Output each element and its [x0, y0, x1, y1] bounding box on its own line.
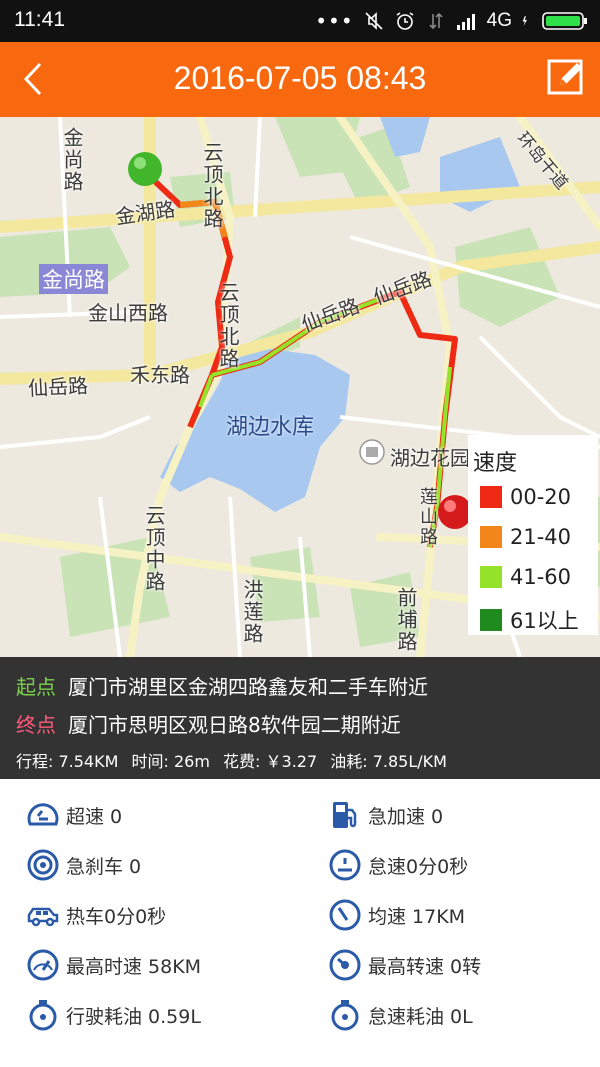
start-address-row: 起点 厦门市湖里区金湖四路鑫友和二手车附近	[16, 671, 428, 700]
brake-icon	[27, 849, 59, 881]
driving-stats-grid: 超速 0 急加速 0 急刹车 0 怠速0分0秒 热车0分0秒 均速 17KM 最…	[0, 779, 600, 1067]
legend-item-41-60: 41-60	[480, 565, 571, 589]
stat-idle-time-text: 怠速0分0秒	[368, 855, 469, 878]
stat-idle-time: 怠速0分0秒	[328, 845, 468, 885]
stat-avg-speed: 均速 17KM	[328, 895, 465, 935]
map-label-yunding-north-lower: 云顶北路	[216, 282, 240, 370]
legend-title: 速度	[473, 451, 518, 476]
map-label-honglian-road: 洪莲路	[240, 579, 264, 645]
legend-item-21-40: 21-40	[480, 525, 571, 549]
trip-info-panel: 起点 厦门市湖里区金湖四路鑫友和二手车附近 终点 厦门市思明区观日路8软件园二期附近…	[0, 657, 600, 779]
status-time: 11:41	[14, 8, 65, 31]
legend-label: 41-60	[510, 565, 572, 589]
legend-label: 61以上	[510, 609, 579, 633]
stat-max-speed: 最高时速 58KM	[26, 945, 201, 985]
map-label-hedong-road: 禾东路	[130, 363, 190, 387]
edit-icon[interactable]	[546, 58, 586, 98]
data-transfer-icon	[429, 12, 443, 30]
stat-max-speed-text: 最高时速 58KM	[66, 955, 202, 978]
trip-summary: 行程: 7.54KM 时间: 26m 花费: ￥3.27 油耗: 7.85L/K…	[16, 748, 455, 772]
map-label-jinshan-west-road: 金山西路	[88, 301, 168, 325]
stat-warmup-text: 热车0分0秒	[66, 905, 167, 928]
map-label-yunding-north-upper: 云顶北路	[200, 142, 224, 230]
legend-swatch-lime	[480, 566, 502, 588]
trip-distance: 行程: 7.54KM	[16, 752, 119, 771]
trip-cost: 花费: ￥3.27	[223, 752, 318, 771]
alarm-icon	[396, 12, 414, 30]
map-label-xianyue-road-left: 仙岳路	[27, 373, 89, 401]
map-label-yunding-middle-road: 云顶中路	[142, 505, 166, 593]
stat-rapid-accel-text: 急加速 0	[368, 805, 444, 828]
start-address: 厦门市湖里区金湖四路鑫友和二手车附近	[68, 675, 428, 699]
legend-swatch-red	[480, 486, 502, 508]
page-title: 2016-07-05 08:43	[173, 60, 427, 96]
rpm-gauge-icon	[329, 949, 361, 981]
stopwatch-icon	[331, 1000, 359, 1031]
stat-max-rpm: 最高转速 0转	[328, 945, 481, 985]
idle-gauge-icon	[329, 849, 361, 881]
header: 2016-07-05 08:43	[0, 42, 600, 117]
stat-idle-fuel: 怠速耗油 0L	[328, 995, 473, 1035]
mute-icon	[365, 12, 383, 30]
status-bar: 11:41 ••• 4G	[0, 0, 600, 42]
end-address: 厦门市思明区观日路8软件园二期附近	[68, 713, 401, 737]
legend-item-0-20: 00-20	[480, 485, 571, 509]
stopwatch-icon	[29, 1000, 57, 1031]
average-speed-icon	[329, 899, 361, 931]
map-search-badge: 金尚路	[39, 264, 108, 294]
fuel-pump-icon	[333, 802, 357, 828]
stat-warmup: 热车0分0秒	[26, 895, 166, 935]
signal-icon	[456, 14, 475, 30]
stat-overspeed: 超速 0	[26, 795, 122, 835]
trip-fuel-rate: 油耗: 7.85L/KM	[330, 752, 447, 771]
stat-avg-speed-text: 均速 17KM	[368, 905, 466, 928]
battery-icon	[542, 12, 587, 30]
map-label-hubian-garden: 湖边花园	[390, 446, 470, 470]
charging-icon	[522, 16, 527, 26]
speedometer-icon	[27, 803, 59, 826]
start-tag: 起点	[16, 675, 56, 699]
end-tag: 终点	[16, 713, 56, 737]
max-speed-gauge-icon	[27, 949, 59, 981]
car-icon	[27, 907, 59, 927]
legend-swatch-green	[480, 609, 502, 631]
stat-overspeed-text: 超速 0	[66, 805, 123, 828]
end-address-row: 终点 厦门市思明区观日路8软件园二期附近	[16, 709, 401, 738]
stat-drive-fuel-text: 行驶耗油 0.59L	[66, 1005, 201, 1028]
trip-duration: 时间: 26m	[131, 752, 210, 771]
map-label-lianshan-road: 莲山路	[417, 487, 438, 547]
legend-item-61-plus: 61以上	[480, 605, 579, 635]
more-dots-icon: •••	[315, 9, 354, 33]
speed-legend: 速度 00-20 21-40 41-60 61以上	[468, 435, 598, 635]
stat-rapid-accel: 急加速 0	[328, 795, 443, 835]
map-label-hubian-reservoir: 湖边水库	[226, 415, 315, 440]
stat-drive-fuel: 行驶耗油 0.59L	[26, 995, 201, 1035]
network-type: 4G	[486, 10, 512, 31]
legend-label: 00-20	[510, 485, 572, 509]
route-map[interactable]: 金尚路 金湖路 云顶北路 金尚路 金山西路 云顶北路 禾东路 仙岳路 仙岳路 仙…	[0, 117, 600, 657]
map-label-jinshang-road: 金尚路	[60, 127, 84, 193]
legend-label: 21-40	[510, 525, 572, 549]
stat-hard-brake: 急刹车 0	[26, 845, 141, 885]
stat-hard-brake-text: 急刹车 0	[66, 855, 142, 878]
status-icons: ••• 4G	[315, 6, 588, 36]
stat-max-rpm-text: 最高转速 0转	[368, 955, 482, 978]
stat-idle-fuel-text: 怠速耗油 0L	[368, 1005, 473, 1028]
map-label-qianpu-road: 前埔路	[394, 587, 418, 653]
legend-swatch-orange	[480, 526, 502, 548]
